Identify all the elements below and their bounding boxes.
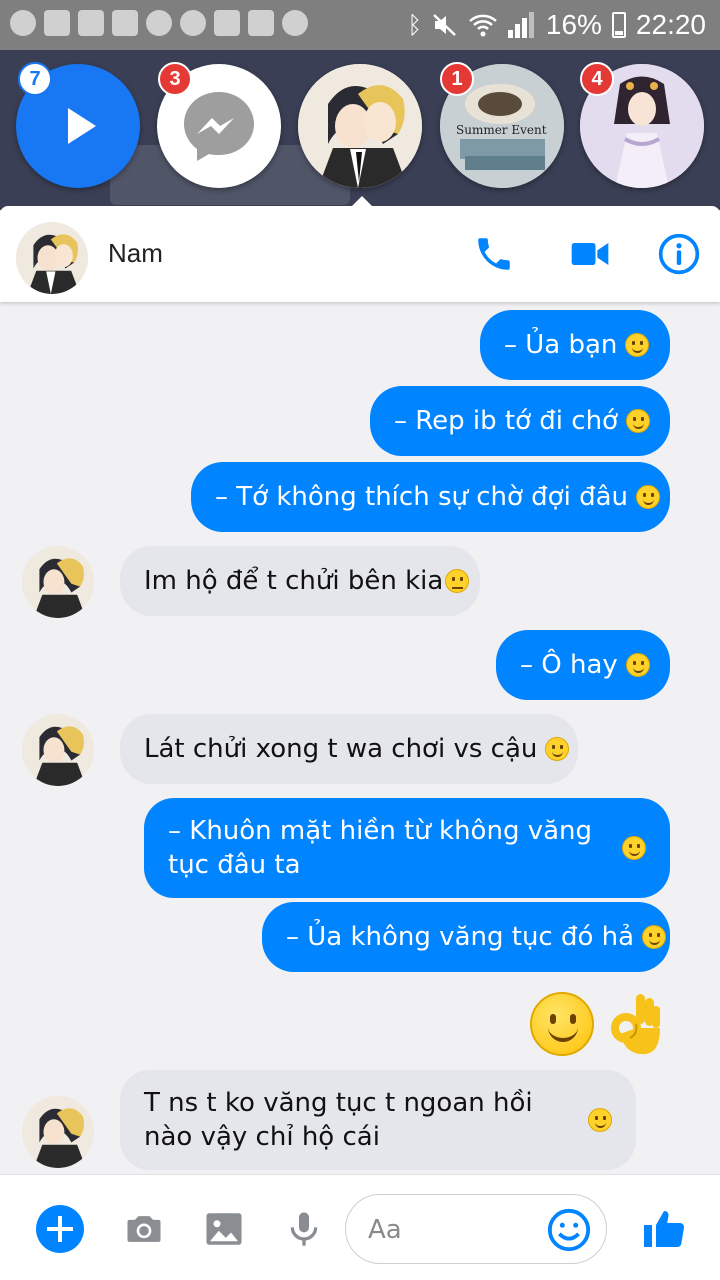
sender-avatar[interactable] xyxy=(22,714,94,786)
message-text: – Ủa không văng tục đó hả xyxy=(286,922,635,952)
message-bubble-outgoing[interactable]: – Tớ không thích sự chờ đợi đâu xyxy=(191,462,670,532)
system-icons: ᛒ 16% 22:20 xyxy=(407,0,706,50)
anime-avatar-icon xyxy=(22,714,94,786)
message-text: – Ô hay xyxy=(520,650,618,680)
message-text: T ns t ko văng tục t ngoan hồi nào vậy c… xyxy=(144,1088,533,1152)
messenger-screen: ᛒ 16% 22:20 7 3 Summer Event 1 4 Nam – Ủ… xyxy=(0,0,720,1280)
voice-call-button[interactable] xyxy=(470,230,518,278)
slight-smile-emoji-icon xyxy=(625,409,650,433)
message-bubble-incoming[interactable]: Lát chửi xong t wa chơi vs cậu xyxy=(120,714,578,784)
active-chat-pointer xyxy=(350,196,374,208)
chat-head-badge: 1 xyxy=(440,62,474,96)
slight-smile-emoji-icon xyxy=(588,1108,612,1132)
play-icon xyxy=(68,108,96,144)
anime-avatar-icon xyxy=(298,64,422,188)
keyboard-icon xyxy=(248,10,274,36)
like-button[interactable] xyxy=(638,1203,690,1255)
messenger-icon xyxy=(184,92,254,161)
message-input-box[interactable] xyxy=(345,1194,607,1264)
recycle-icon xyxy=(214,10,240,36)
message-bubble-outgoing[interactable]: – Ủa bạn xyxy=(480,310,670,380)
message-bubble-incoming[interactable]: T ns t ko văng tục t ngoan hồi nào vậy c… xyxy=(120,1070,636,1170)
video-icon xyxy=(571,243,609,265)
slight-smile-emoji-icon xyxy=(625,333,650,357)
more-actions-button[interactable] xyxy=(34,1203,86,1255)
anime-avatar-icon xyxy=(22,546,94,618)
facebook-icon xyxy=(78,10,104,36)
message-text: Im hộ để t chửi bên kia xyxy=(144,566,444,596)
screenrecord-icon xyxy=(10,10,36,36)
anime-avatar-icon xyxy=(16,222,88,294)
message-input[interactable] xyxy=(368,1211,548,1249)
chat-head-badge: 7 xyxy=(18,62,52,96)
emoji-icon[interactable] xyxy=(546,1207,592,1253)
plus-icon xyxy=(36,1205,84,1253)
message-list[interactable]: – Ủa bạn – Rep ib tớ đi chớ – Tớ không t… xyxy=(0,302,720,1174)
ok-hand-emoji-icon[interactable] xyxy=(606,990,662,1058)
slight-smile-emoji-icon xyxy=(622,836,646,860)
message-bubble-outgoing[interactable]: – Ô hay xyxy=(496,630,670,700)
chat-head-badge: 4 xyxy=(580,62,614,96)
contact-avatar[interactable] xyxy=(16,222,88,294)
conversation-header: Nam xyxy=(0,206,720,302)
microphone-icon xyxy=(290,1212,318,1246)
info-icon xyxy=(658,233,700,275)
big-smile-emoji-icon[interactable] xyxy=(530,992,594,1056)
clock: 22:20 xyxy=(635,9,706,40)
chat-head-badge: 3 xyxy=(158,62,192,96)
camera-icon xyxy=(127,1216,161,1242)
gallery-button[interactable] xyxy=(198,1203,250,1255)
bluetooth-icon: ᛒ xyxy=(407,11,422,39)
contact-name[interactable]: Nam xyxy=(108,238,163,269)
notification-icons xyxy=(10,10,308,36)
wifi-icon xyxy=(469,14,497,37)
svg-text:Summer Event: Summer Event xyxy=(456,123,547,137)
info-button[interactable] xyxy=(655,230,703,278)
video-call-button[interactable] xyxy=(566,230,614,278)
voice-message-button[interactable] xyxy=(278,1203,330,1255)
battery-icon xyxy=(611,12,626,38)
signal-icon xyxy=(507,12,536,38)
weather-icon xyxy=(282,10,308,36)
message-text: – Tớ không thích sự chờ đợi đâu xyxy=(215,482,628,512)
unamused-emoji-icon xyxy=(445,569,470,593)
chat-head-nam[interactable] xyxy=(298,64,422,188)
message-bubble-outgoing[interactable]: – Rep ib tớ đi chớ xyxy=(370,386,670,456)
battery-percent: 16% xyxy=(545,9,602,40)
messenger-icon xyxy=(180,10,206,36)
status-bar: ᛒ 16% 22:20 xyxy=(0,0,720,50)
phone-icon xyxy=(478,238,510,270)
message-text: – Ủa bạn xyxy=(504,330,618,360)
image-icon xyxy=(206,1213,242,1245)
slight-smile-emoji-icon xyxy=(545,737,570,761)
slight-smile-emoji-icon xyxy=(625,653,650,677)
camera-button[interactable] xyxy=(118,1203,170,1255)
message-text: – Rep ib tớ đi chớ xyxy=(394,406,618,436)
message-text: – Khuôn mặt hiền từ không văng tục đâu t… xyxy=(168,816,593,880)
add-person-icon xyxy=(44,10,70,36)
gallery-icon xyxy=(112,10,138,36)
mute-icon xyxy=(433,14,456,36)
message-bubble-outgoing[interactable]: – Ủa không văng tục đó hả xyxy=(262,902,670,972)
sender-avatar[interactable] xyxy=(22,546,94,618)
messenger-icon xyxy=(146,10,172,36)
like-icon xyxy=(644,1211,685,1247)
message-bubble-outgoing[interactable]: – Khuôn mặt hiền từ không văng tục đâu t… xyxy=(144,798,670,898)
slight-smile-emoji-icon xyxy=(642,925,667,949)
message-bubble-incoming[interactable]: Im hộ để t chửi bên kia xyxy=(120,546,480,616)
slight-smile-emoji-icon xyxy=(636,485,660,509)
anime-avatar-icon xyxy=(22,1096,94,1168)
message-text: Lát chửi xong t wa chơi vs cậu xyxy=(144,734,538,764)
sender-avatar[interactable] xyxy=(22,1096,94,1168)
